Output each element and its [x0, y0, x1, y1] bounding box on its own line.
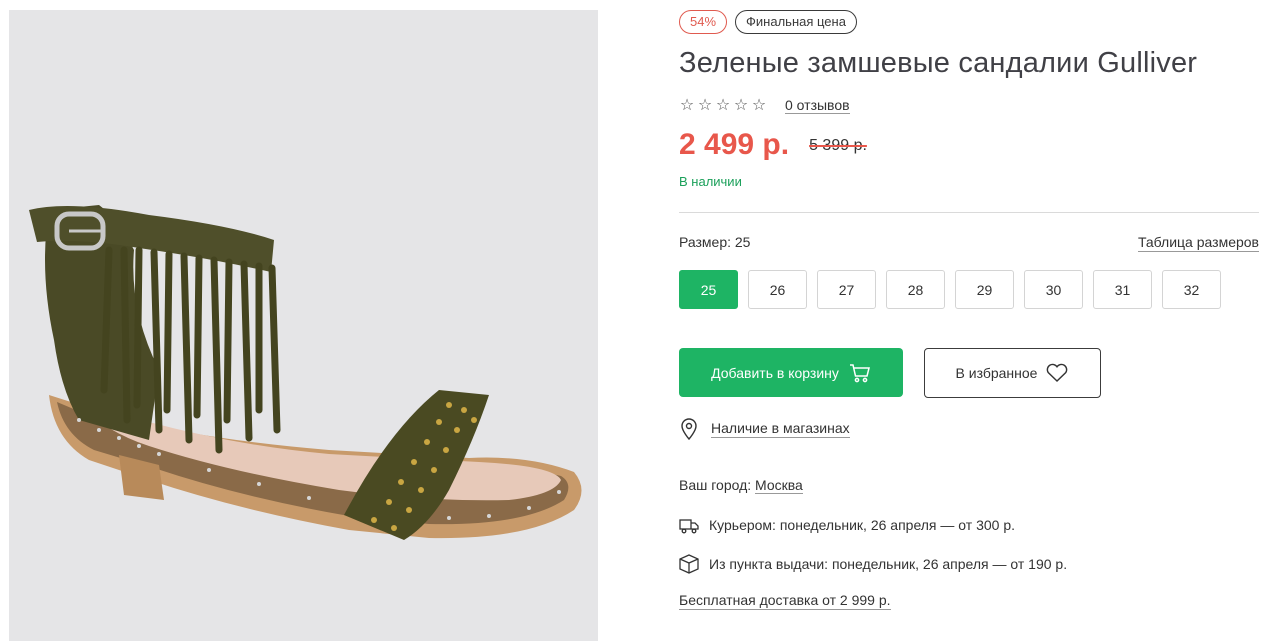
star-icon[interactable]: ☆	[733, 95, 749, 115]
product-title: Зеленые замшевые сандалии Gulliver	[679, 47, 1198, 79]
courier-text: Курьером: понедельник, 26 апреля — от 30…	[709, 517, 1015, 533]
size-option[interactable]: 28	[886, 270, 945, 309]
star-icon[interactable]: ☆	[679, 95, 695, 115]
price-block: 2 499 р. 5 399 р.	[679, 128, 867, 162]
discount-badge: 54%	[679, 10, 728, 34]
reviews-link[interactable]: 0 отзывов	[785, 97, 850, 114]
stock-status: В наличии	[679, 174, 742, 189]
pickup-text: Из пункта выдачи: понедельник, 26 апреля…	[709, 556, 1068, 572]
divider	[679, 212, 1259, 213]
store-availability-link[interactable]: Наличие в магазинах	[711, 420, 850, 438]
sandal-photo	[9, 10, 598, 641]
size-option[interactable]: 26	[748, 270, 807, 309]
free-delivery-link[interactable]: Бесплатная доставка от 2 999 р.	[679, 592, 891, 610]
city-label: Ваш город:	[679, 477, 752, 493]
courier-delivery: Курьером: понедельник, 26 апреля — от 30…	[679, 516, 1015, 534]
star-icon[interactable]: ☆	[697, 95, 713, 115]
star-icon[interactable]: ☆	[751, 95, 767, 115]
size-option[interactable]: 31	[1093, 270, 1152, 309]
size-option[interactable]: 27	[817, 270, 876, 309]
star-icon[interactable]: ☆	[715, 95, 731, 115]
pickup-delivery: Из пункта выдачи: понедельник, 26 апреля…	[679, 554, 1067, 574]
size-option[interactable]: 30	[1024, 270, 1083, 309]
final-price-badge: Финальная цена	[735, 10, 857, 34]
product-image[interactable]	[9, 10, 598, 641]
box-icon	[679, 554, 699, 574]
size-option[interactable]: 25	[679, 270, 738, 309]
size-option[interactable]: 29	[955, 270, 1014, 309]
favorites-label: В избранное	[955, 365, 1038, 381]
actions: Добавить в корзину В избранное	[679, 348, 1101, 398]
add-to-favorites-button[interactable]: В избранное	[924, 348, 1101, 398]
rating: ☆ ☆ ☆ ☆ ☆ 0 отзывов	[679, 95, 850, 115]
size-option[interactable]: 32	[1162, 270, 1221, 309]
rating-stars[interactable]: ☆ ☆ ☆ ☆ ☆	[679, 95, 767, 115]
city-row: Ваш город: Москва	[679, 477, 803, 494]
size-selector: 25 26 27 28 29 30 31 32	[679, 270, 1221, 309]
location-pin-icon	[681, 418, 697, 440]
truck-icon	[679, 519, 699, 534]
store-availability[interactable]: Наличие в магазинах	[679, 418, 850, 440]
city-link[interactable]: Москва	[755, 477, 803, 494]
size-label: Размер: 25	[679, 234, 751, 250]
cart-icon	[849, 363, 870, 382]
old-price: 5 399 р.	[809, 137, 867, 154]
heart-icon	[1047, 363, 1068, 382]
badges: 54% Финальная цена	[679, 10, 857, 34]
size-table-link[interactable]: Таблица размеров	[1137, 234, 1259, 252]
add-to-cart-button[interactable]: Добавить в корзину	[679, 348, 903, 397]
current-price: 2 499 р.	[679, 128, 790, 161]
add-to-cart-label: Добавить в корзину	[711, 364, 839, 381]
